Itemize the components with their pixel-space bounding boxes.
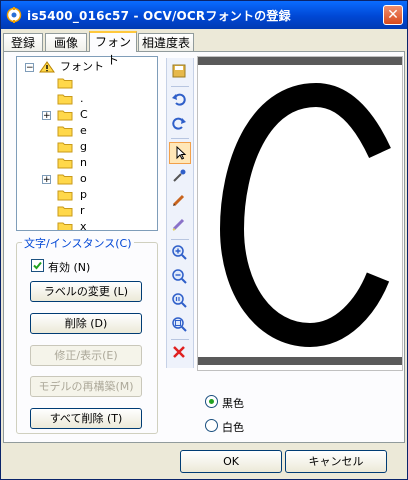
zoom-fit-button[interactable] [169, 314, 191, 336]
tree-item[interactable]: x [22, 219, 152, 231]
zoom-actual-icon [172, 293, 187, 308]
ok-button[interactable]: OK [180, 450, 282, 473]
tree-item-label: . [80, 92, 84, 105]
glyph-image [198, 57, 402, 365]
collapse-icon[interactable]: − [25, 63, 34, 73]
tree-item[interactable] [22, 75, 152, 91]
white-color-label: 白色 [222, 421, 244, 434]
font-warning-icon [39, 61, 55, 73]
edit-view-button[interactable]: 修正/表示(E) [30, 345, 142, 366]
pen-tool-button[interactable] [169, 190, 191, 212]
white-color-radio[interactable] [205, 419, 218, 432]
eraser-icon [172, 218, 185, 231]
enabled-checkbox[interactable] [31, 259, 44, 272]
black-color-label: 黒色 [222, 397, 244, 410]
zoom-actual-button[interactable] [169, 290, 191, 312]
zoom-in-button[interactable] [169, 242, 191, 264]
tree-item[interactable]: g [22, 139, 152, 155]
close-button[interactable]: ✕ [383, 5, 403, 25]
font-tree[interactable]: − フォント . + Ce g n + o p r x [16, 56, 158, 231]
tree-item-label: x [80, 220, 87, 231]
eyedropper-icon [173, 169, 186, 182]
folder-icon [57, 110, 73, 121]
delete-button[interactable]: 削除 (D) [30, 313, 142, 334]
tree-root-label: フォント [60, 60, 104, 73]
glyph-canvas[interactable] [197, 56, 403, 371]
rebuild-model-button[interactable]: モデルの再構築(M) [30, 376, 142, 397]
tree-item[interactable]: + o [22, 171, 152, 187]
zoom-out-button[interactable] [169, 266, 191, 288]
folder-icon [57, 206, 73, 217]
tab-font[interactable]: フォント [89, 31, 137, 67]
rename-label-button[interactable]: ラベルの変更 (L) [30, 281, 142, 302]
zoom-in-icon [172, 245, 187, 260]
tree-item-label: e [80, 124, 87, 137]
folder-icon [57, 174, 73, 185]
app-icon [6, 7, 22, 23]
pointer-tool-button[interactable] [169, 142, 191, 164]
tree-item-label: r [80, 204, 85, 217]
tree-item[interactable]: + C [22, 107, 152, 123]
instance-group-title: 文字/インスタンス(C) [22, 235, 134, 251]
cancel-button[interactable]: キャンセル [285, 450, 387, 473]
undo-icon [172, 93, 186, 106]
eraser-tool-button[interactable] [169, 214, 191, 236]
folder-icon [57, 78, 73, 89]
save-button[interactable] [169, 61, 191, 83]
delete-selection-button[interactable] [169, 342, 191, 364]
tree-item[interactable]: p [22, 187, 152, 203]
folder-icon [57, 158, 73, 169]
tree-item-label: p [80, 188, 87, 201]
tab-dissimilarity-table[interactable]: 相違度表 [138, 33, 194, 51]
title-bar: is5400_016c57 - OCV/OCRフォントの登録 ✕ [1, 1, 407, 29]
dialog-window: is5400_016c57 - OCV/OCRフォントの登録 ✕ 登録 画像 フ… [0, 0, 408, 480]
folder-icon [57, 222, 73, 230]
tree-item-label: n [80, 156, 87, 169]
tab-image[interactable]: 画像 [45, 33, 87, 51]
eyedropper-tool-button[interactable] [169, 166, 191, 188]
zoom-out-icon [172, 269, 187, 284]
folder-icon [57, 142, 73, 153]
tree-item-label: g [80, 140, 87, 153]
tree-item[interactable]: r [22, 203, 152, 219]
checkmark-icon [33, 261, 42, 270]
folder-icon [57, 126, 73, 137]
tree-item[interactable]: n [22, 155, 152, 171]
black-color-radio[interactable] [205, 395, 218, 408]
tree-item-label: C [80, 108, 88, 121]
expand-icon[interactable]: + [42, 111, 51, 121]
delete-icon [173, 346, 185, 358]
pen-icon [172, 194, 185, 207]
redo-icon [172, 117, 186, 130]
edit-toolbar [166, 58, 194, 368]
save-icon [172, 64, 186, 78]
tree-item[interactable]: . [22, 91, 152, 107]
folder-icon [57, 190, 73, 201]
tree-root[interactable]: − フォント [22, 59, 152, 75]
enabled-checkbox-label: 有効 (N) [48, 261, 91, 274]
tab-register[interactable]: 登録 [3, 33, 43, 51]
tree-item[interactable]: e [22, 123, 152, 139]
folder-icon [57, 94, 73, 105]
delete-all-button[interactable]: すべて削除 (T) [30, 408, 142, 429]
redo-button[interactable] [169, 113, 191, 135]
undo-button[interactable] [169, 89, 191, 111]
expand-icon[interactable]: + [42, 175, 51, 185]
tree-item-label: o [80, 172, 87, 185]
zoom-fit-icon [172, 317, 187, 332]
pointer-icon [176, 145, 187, 160]
window-title: is5400_016c57 - OCV/OCRフォントの登録 [27, 9, 291, 23]
